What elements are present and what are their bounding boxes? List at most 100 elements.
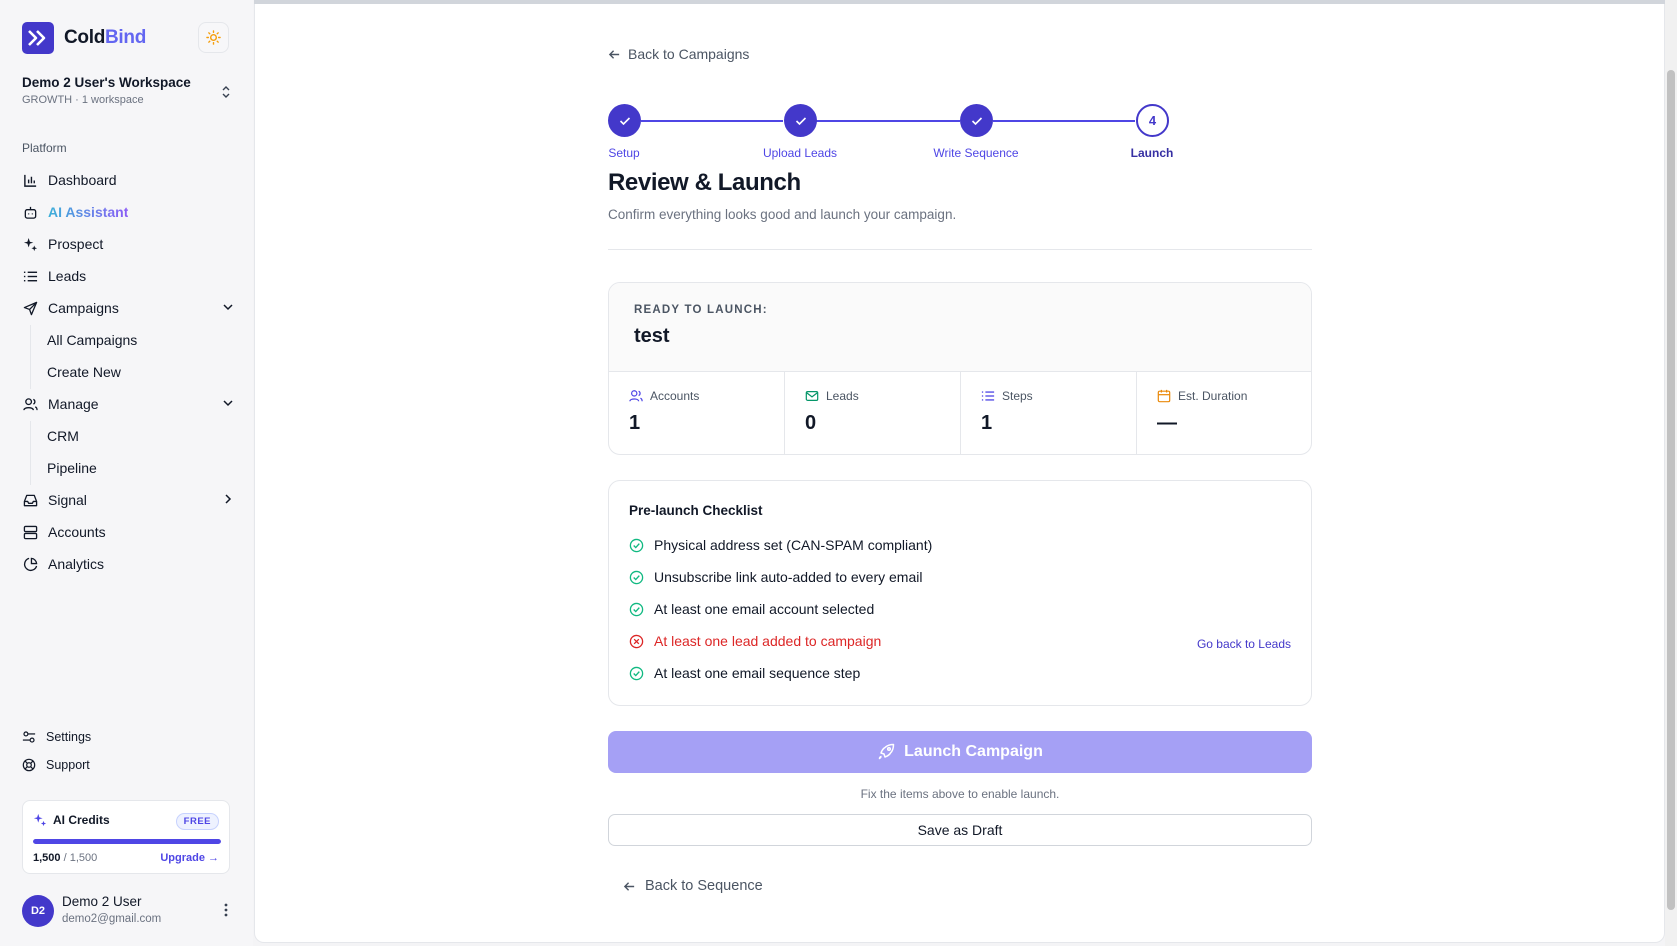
chevrons-up-down-icon [220, 84, 232, 105]
ai-credits-card: AI Credits FREE 1,500 / 1,500 Upgrade → [22, 800, 230, 874]
sidebar-item-prospect[interactable]: Prospect [22, 229, 234, 259]
sidebar-item-signal[interactable]: Signal [22, 485, 234, 515]
sidebar: ColdBind Demo 2 User's Workspace GROWTH … [0, 0, 253, 946]
stat-steps: Steps 1 [961, 372, 1137, 454]
avatar: D2 [22, 895, 54, 927]
pie-chart-icon [22, 556, 38, 572]
chevron-down-icon [222, 396, 234, 412]
stat-value: 1 [981, 412, 993, 434]
plan-badge: FREE [175, 813, 219, 830]
credits-progress-bar [33, 839, 221, 844]
sidebar-item-settings[interactable]: Settings [22, 729, 91, 744]
chevron-right-icon [222, 492, 234, 508]
logo-icon [22, 22, 54, 54]
brand-name: ColdBind [64, 27, 147, 48]
ai-credits-title: AI Credits [33, 813, 110, 827]
check-circle-icon [629, 666, 644, 681]
sidebar-subitem-create-new[interactable]: Create New [47, 357, 121, 387]
manage-subnav-line [30, 421, 31, 485]
back-to-sequence-link[interactable]: Back to Sequence [623, 878, 763, 894]
step-upload-leads-circle[interactable] [784, 104, 817, 137]
step-launch-circle: 4 [1136, 104, 1169, 137]
sidebar-subitem-pipeline[interactable]: Pipeline [47, 453, 97, 483]
step-write-sequence-circle[interactable] [960, 104, 993, 137]
stat-value: 1 [629, 412, 641, 434]
check-icon [971, 116, 982, 125]
checklist-item: Unsubscribe link auto-added to every ema… [629, 569, 922, 585]
step-connector [641, 120, 783, 122]
page-subtitle: Confirm everything looks good and launch… [608, 207, 957, 222]
workspace-name: Demo 2 User's Workspace [22, 75, 191, 90]
mail-icon [805, 389, 819, 403]
user-name: Demo 2 User [62, 894, 142, 909]
back-to-campaigns-link[interactable]: Back to Campaigns [608, 46, 749, 62]
checklist-title: Pre-launch Checklist [629, 503, 763, 518]
users-icon [629, 389, 643, 403]
stat-leads: Leads 0 [785, 372, 961, 454]
sparkles-icon [22, 236, 38, 252]
step-connector [816, 120, 960, 122]
sidebar-item-dashboard[interactable]: Dashboard [22, 165, 234, 195]
workspace-sub: GROWTH · 1 workspace [22, 94, 144, 106]
bot-icon [22, 204, 38, 220]
step-setup-circle[interactable] [608, 104, 641, 137]
sidebar-item-manage[interactable]: Manage [22, 389, 234, 419]
sidebar-item-analytics[interactable]: Analytics [22, 549, 234, 579]
more-vertical-icon[interactable] [224, 903, 228, 922]
check-icon [795, 116, 806, 125]
summary-header: READY TO LAUNCH: test [609, 283, 1311, 372]
send-icon [22, 300, 38, 316]
stat-value: — [1157, 412, 1177, 434]
check-icon [619, 116, 630, 125]
launch-campaign-button[interactable]: Launch Campaign [608, 731, 1312, 773]
sidebar-subitem-crm[interactable]: CRM [47, 421, 79, 451]
sidebar-item-support[interactable]: Support [22, 757, 90, 772]
step-label-setup: Setup [608, 146, 640, 160]
lifebuoy-icon [22, 757, 37, 772]
credits-progress-fill [33, 839, 221, 844]
inbox-icon [22, 492, 38, 508]
stat-value: 0 [805, 412, 817, 434]
rocket-icon [877, 743, 895, 761]
sidebar-item-accounts[interactable]: Accounts [22, 517, 234, 547]
brand[interactable]: ColdBind [22, 22, 146, 54]
sidebar-item-leads[interactable]: Leads [22, 261, 234, 291]
step-indicator: 4 Setup Upload Leads Write Sequence Laun… [608, 104, 1228, 164]
section-divider [608, 249, 1312, 250]
launch-hint: Fix the items above to enable launch. [860, 787, 1060, 801]
user-profile[interactable]: D2 Demo 2 User demo2@gmail.com [22, 894, 232, 930]
chevron-down-icon [222, 300, 234, 316]
sidebar-subitem-all-campaigns[interactable]: All Campaigns [47, 325, 137, 355]
sliders-icon [22, 729, 37, 744]
campaign-summary-card: READY TO LAUNCH: test Accounts 1 Leads 0… [608, 282, 1312, 455]
campaigns-subnav-line [30, 325, 31, 389]
go-back-to-leads-link[interactable]: Go back to Leads [1197, 637, 1291, 651]
x-circle-icon [629, 634, 644, 649]
list-icon [981, 389, 995, 403]
workspace-switcher[interactable]: Demo 2 User's Workspace GROWTH · 1 works… [22, 75, 232, 106]
sparkles-icon [33, 813, 47, 827]
arrow-left-icon [623, 880, 636, 893]
page-title: Review & Launch [608, 169, 801, 196]
arrow-left-icon [608, 48, 621, 61]
checklist-item: At least one email account selected [629, 601, 874, 617]
sidebar-item-ai-assistant[interactable]: AI Assistant [22, 197, 234, 227]
page-scrollbar[interactable] [1665, 0, 1677, 946]
server-icon [22, 524, 38, 540]
sidebar-item-campaigns[interactable]: Campaigns [22, 293, 234, 323]
top-progress-strip [254, 0, 1665, 4]
checklist-item: At least one email sequence step [629, 665, 860, 681]
bar-chart-icon [22, 172, 38, 188]
user-email: demo2@gmail.com [62, 913, 162, 925]
nav-section-label: Platform [22, 141, 67, 155]
theme-toggle-button[interactable] [198, 22, 229, 53]
scrollbar-thumb[interactable] [1667, 70, 1675, 910]
list-icon [22, 268, 38, 284]
campaign-name: test [634, 325, 670, 347]
ready-to-launch-label: READY TO LAUNCH: [634, 304, 768, 316]
check-circle-icon [629, 570, 644, 585]
upgrade-link[interactable]: Upgrade → [160, 852, 219, 864]
save-as-draft-button[interactable]: Save as Draft [608, 814, 1312, 846]
stat-accounts: Accounts 1 [609, 372, 785, 454]
checklist-item: Physical address set (CAN-SPAM compliant… [629, 537, 932, 553]
